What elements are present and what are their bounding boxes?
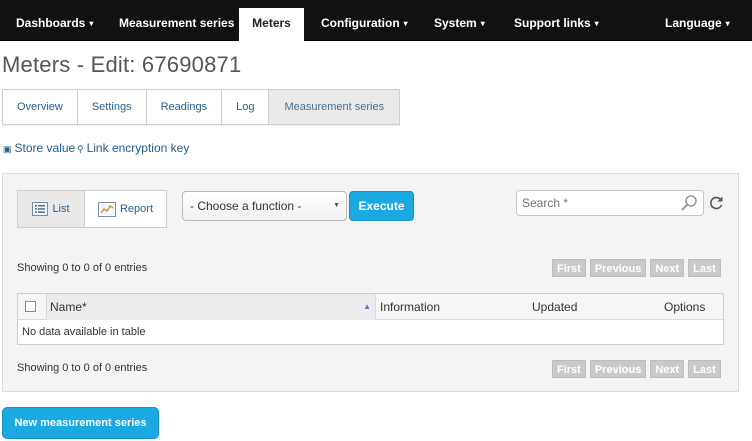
nav-support-links-label: Support links xyxy=(514,16,591,30)
report-view-label: Report xyxy=(119,203,154,215)
pager-last-button[interactable]: Last xyxy=(688,259,721,277)
select-all-checkbox[interactable] xyxy=(25,301,36,312)
empty-table-row: No data available in table xyxy=(22,326,146,338)
nav-dashboards[interactable]: Dashboards ▾ xyxy=(16,0,93,41)
page-title: Meters - Edit: 67690871 xyxy=(2,52,242,77)
tab-bar: Overview Settings Readings Log Measureme… xyxy=(2,89,401,125)
chart-icon xyxy=(97,201,116,217)
measurement-series-panel: List Report - Choose a function - ▼ Exec… xyxy=(2,173,739,392)
search-box xyxy=(516,190,704,216)
link-encryption-key-label: Link encryption key xyxy=(86,141,190,155)
function-select-value: - Choose a function - xyxy=(190,199,302,213)
measurement-series-table: Name* ▲ Information Updated Options No d… xyxy=(17,293,724,345)
execute-button[interactable]: Execute xyxy=(349,191,414,221)
list-icon xyxy=(32,202,49,216)
table-info-bottom: Showing 0 to 0 of 0 entries xyxy=(17,362,148,374)
view-toggle: List Report xyxy=(17,190,167,228)
nav-meters-label: Meters xyxy=(252,16,291,30)
column-header-updated[interactable]: Updated xyxy=(532,294,577,320)
top-navbar: Dashboards ▾ Measurement series Meters Co… xyxy=(0,0,752,41)
nav-support-links[interactable]: Support links ▾ xyxy=(514,0,599,41)
store-value-link[interactable]: ▣ Store value xyxy=(3,141,75,155)
pager-first-button[interactable]: First xyxy=(552,259,586,277)
new-measurement-series-button[interactable]: New measurement series xyxy=(2,407,159,439)
pager-top: First Previous Next Last xyxy=(552,259,721,277)
table-header: Name* ▲ Information Updated Options xyxy=(18,294,723,320)
tab-settings[interactable]: Settings xyxy=(78,90,147,124)
list-view-button[interactable]: List xyxy=(18,191,85,227)
nav-language-label: Language xyxy=(665,16,722,30)
key-icon: ⚲ xyxy=(77,144,84,154)
column-header-name-label: Name* xyxy=(50,300,87,314)
pager-first-button[interactable]: First xyxy=(552,360,586,378)
refresh-icon[interactable] xyxy=(708,195,724,211)
chevron-down-icon: ▾ xyxy=(480,19,485,28)
chevron-down-icon: ▾ xyxy=(594,19,599,28)
pager-bottom: First Previous Next Last xyxy=(552,360,721,378)
nav-measurement-series-label: Measurement series xyxy=(119,16,235,30)
store-value-label: Store value xyxy=(14,141,76,155)
pager-last-button[interactable]: Last xyxy=(688,360,721,378)
column-header-information[interactable]: Information xyxy=(380,294,440,320)
pager-previous-button[interactable]: Previous xyxy=(589,360,647,378)
pager-previous-button[interactable]: Previous xyxy=(589,259,647,277)
nav-configuration-label: Configuration xyxy=(321,16,400,30)
column-header-name[interactable]: Name* ▲ xyxy=(46,294,376,320)
tab-overview[interactable]: Overview xyxy=(3,90,78,124)
tab-measurement-series[interactable]: Measurement series xyxy=(269,90,400,124)
list-view-label: List xyxy=(52,203,70,215)
pager-next-button[interactable]: Next xyxy=(650,259,685,277)
nav-configuration[interactable]: Configuration ▾ xyxy=(321,0,408,41)
search-input[interactable] xyxy=(517,191,677,215)
sort-asc-icon: ▲ xyxy=(363,302,371,311)
nav-dashboards-label: Dashboards xyxy=(16,16,86,30)
column-header-options[interactable]: Options xyxy=(664,294,705,320)
report-view-button[interactable]: Report xyxy=(85,191,166,227)
nav-measurement-series[interactable]: Measurement series xyxy=(119,0,234,41)
nav-system-label: System xyxy=(434,16,477,30)
nav-system[interactable]: System ▾ xyxy=(434,0,485,41)
table-info-top: Showing 0 to 0 of 0 entries xyxy=(17,262,148,274)
tab-readings[interactable]: Readings xyxy=(147,90,223,124)
link-encryption-key-link[interactable]: ⚲ Link encryption key xyxy=(77,141,189,155)
search-icon[interactable] xyxy=(680,194,698,212)
chevron-down-icon: ▾ xyxy=(89,19,94,28)
nav-meters[interactable]: Meters xyxy=(239,8,304,41)
tab-log[interactable]: Log xyxy=(222,90,270,124)
function-select[interactable]: - Choose a function - ▼ xyxy=(182,191,347,221)
nav-language[interactable]: Language ▾ xyxy=(665,0,730,41)
chevron-down-icon: ▾ xyxy=(725,19,730,28)
chevron-down-icon: ▾ xyxy=(403,19,408,28)
save-icon: ▣ xyxy=(3,144,12,154)
dropdown-arrow-icon: ▼ xyxy=(333,202,340,209)
pager-next-button[interactable]: Next xyxy=(650,360,685,378)
